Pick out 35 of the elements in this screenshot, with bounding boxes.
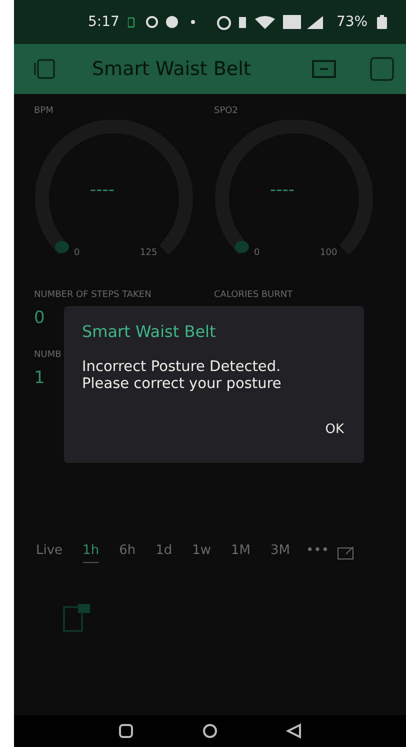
dialog-title: Smart Waist Belt bbox=[82, 322, 217, 341]
gauge-value: ---- bbox=[90, 180, 115, 200]
battery-icon bbox=[376, 15, 387, 29]
home-icon[interactable] bbox=[202, 723, 218, 739]
more-button[interactable]: ••• bbox=[306, 543, 330, 563]
gauge-label: SPO2 bbox=[214, 106, 239, 116]
square-icon[interactable] bbox=[370, 57, 394, 81]
dialog-message: Incorrect Posture Detected. Please correct your posture bbox=[82, 359, 282, 392]
time-range-tab[interactable]: 1d bbox=[156, 543, 172, 563]
gauge-max: 100 bbox=[320, 248, 338, 258]
time-range-tab[interactable]: 3M bbox=[270, 543, 290, 563]
display-value: 0 bbox=[34, 308, 45, 328]
gauge-min: 0 bbox=[254, 248, 260, 258]
app-title: Smart Waist Belt bbox=[92, 58, 252, 80]
device-icon[interactable] bbox=[34, 58, 56, 80]
display-label: CALORIES BURNT bbox=[214, 290, 293, 300]
time-range-tab[interactable]: Live bbox=[36, 543, 63, 563]
clock: 5:17 bbox=[88, 14, 120, 30]
display-label: NUMBER OF STEPS TAKEN bbox=[34, 290, 152, 300]
back-icon[interactable] bbox=[286, 723, 302, 739]
display-label: NUMB bbox=[34, 350, 62, 360]
gauge-max: 125 bbox=[140, 248, 158, 258]
display-value: 1 bbox=[34, 368, 45, 388]
gauge-value: ---- bbox=[270, 180, 295, 200]
time-range-tab[interactable]: 6h bbox=[119, 543, 136, 563]
battery-widget-icon[interactable] bbox=[312, 60, 338, 78]
gauge-label: BPM bbox=[34, 106, 54, 116]
recents-icon[interactable] bbox=[118, 723, 134, 739]
time-range-tab[interactable]: 1M bbox=[231, 543, 251, 563]
ok-button[interactable]: OK bbox=[323, 418, 346, 441]
expand-icon[interactable] bbox=[337, 546, 356, 560]
battery-percentage: 73% bbox=[336, 14, 368, 30]
time-range-tab[interactable]: 1w bbox=[192, 543, 212, 563]
gauge-min: 0 bbox=[74, 248, 80, 258]
time-range-tab[interactable]: 1h bbox=[82, 543, 100, 563]
